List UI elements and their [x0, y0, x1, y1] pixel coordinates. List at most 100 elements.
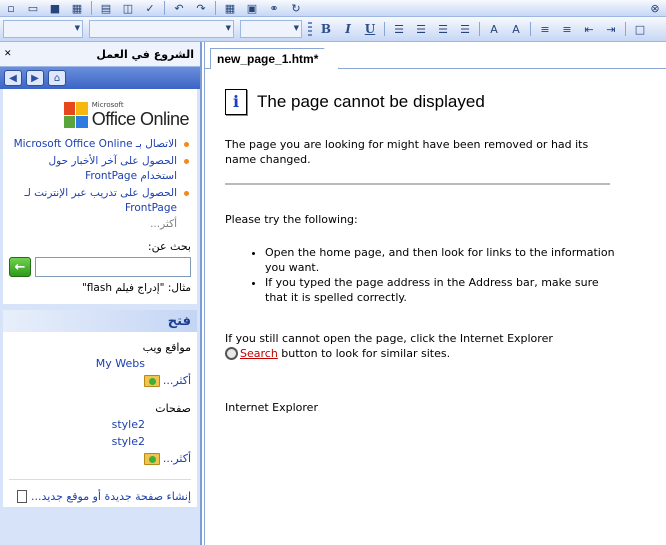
step-item: If you typed the page address in the Add…	[265, 275, 620, 305]
formatting-toolbar: B I U ☰ ☰ ☰ ☰ A A ≡ ≡ ⇤ ⇥ □	[0, 17, 666, 42]
open-folder-icon	[143, 452, 160, 465]
task-pane: الشروع في العمل ✕ ◀ ▶ ⌂ Microsoft Office…	[0, 42, 202, 545]
justify-icon[interactable]: ☰	[456, 22, 474, 37]
forward-icon[interactable]: ▶	[26, 70, 44, 86]
ie-message-text: If you still cannot open the page, click…	[225, 332, 553, 345]
error-title: The page cannot be displayed	[257, 92, 485, 111]
page-content: i The page cannot be displayed The page …	[205, 69, 615, 415]
divider	[225, 183, 610, 185]
align-left-icon[interactable]: ☰	[390, 22, 408, 37]
office-online-logo: Microsoft Office Online	[9, 93, 191, 137]
align-center-icon[interactable]: ☰	[412, 22, 430, 37]
search-link[interactable]: Search	[240, 347, 278, 360]
open-folder-icon	[143, 374, 160, 387]
online-links-list: الاتصال بـ Microsoft Office Online الحصو…	[9, 137, 191, 216]
refresh-icon[interactable]: ↻	[287, 1, 305, 16]
link-connect-office-online[interactable]: الاتصال بـ Microsoft Office Online	[9, 137, 191, 152]
online-more-link[interactable]: أكثر...	[9, 218, 191, 230]
border-icon[interactable]: □	[631, 22, 649, 37]
ie-message: If you still cannot open the page, click…	[225, 331, 605, 361]
open-icon[interactable]: ▭	[24, 1, 42, 16]
decrease-font-icon[interactable]: A	[507, 22, 525, 37]
task-pane-header: الشروع في العمل ✕	[0, 42, 200, 67]
close-icon[interactable]: ⊗	[646, 1, 664, 16]
website-my-webs[interactable]: My Webs	[9, 355, 191, 372]
save-icon[interactable]: ■	[46, 1, 64, 16]
bullets-icon[interactable]: ≡	[558, 22, 576, 37]
error-header: i The page cannot be displayed	[225, 89, 605, 115]
numbering-icon[interactable]: ≡	[536, 22, 554, 37]
toolbar-separator	[479, 22, 480, 36]
home-icon[interactable]: ⌂	[48, 70, 66, 86]
search-icon	[225, 347, 238, 360]
increase-font-icon[interactable]: A	[485, 22, 503, 37]
task-pane-close-icon[interactable]: ✕	[4, 49, 12, 59]
new-page-label: إنشاء صفحة جديدة أو موقع جديد...	[31, 490, 191, 503]
style-dropdown[interactable]	[3, 20, 83, 38]
new-document-icon	[17, 490, 28, 503]
font-dropdown[interactable]	[89, 20, 234, 38]
toolbar-separator	[530, 22, 531, 36]
preview-icon[interactable]: ◫	[119, 1, 137, 16]
toolbar-grip	[308, 22, 312, 36]
hyperlink-icon[interactable]: ⚭	[265, 1, 283, 16]
toolbar-separator	[164, 1, 165, 15]
align-right-icon[interactable]: ☰	[434, 22, 452, 37]
search-label: بحث عن:	[147, 240, 191, 253]
logo-name: Office Online	[91, 109, 190, 129]
bold-button[interactable]: B	[317, 22, 335, 37]
task-pane-title[interactable]: الشروع في العمل	[96, 48, 194, 61]
page-style2[interactable]: style2	[9, 433, 191, 450]
font-size-dropdown[interactable]	[240, 20, 302, 38]
print-icon[interactable]: ▤	[97, 1, 115, 16]
picture-icon[interactable]: ▣	[243, 1, 261, 16]
standard-toolbar: ▫ ▭ ■ ▦ ▤ ◫ ✓ ↶ ↷ ▦ ▣ ⚭ ↻ ⊗	[0, 0, 666, 17]
task-pane-footer	[3, 515, 197, 545]
spelling-icon[interactable]: ✓	[141, 1, 159, 16]
toolbar-separator	[91, 1, 92, 15]
undo-icon[interactable]: ↶	[170, 1, 188, 16]
error-description: The page you are looking for might have …	[225, 138, 589, 166]
signature: Internet Explorer	[225, 401, 318, 414]
try-label: Please try the following:	[225, 213, 358, 226]
link-online-training[interactable]: الحصول على تدريب عبر الإنترنت لـ FrontPa…	[9, 186, 191, 216]
steps-list: Open the home page, and then look for li…	[225, 245, 620, 305]
search-example: مثال: "إدراج فيلم flash"	[81, 282, 191, 294]
italic-button[interactable]: I	[339, 22, 357, 37]
publish-icon[interactable]: ▦	[68, 1, 86, 16]
document-tab-bar: new_page_1.htm*	[205, 42, 666, 69]
table-icon[interactable]: ▦	[221, 1, 239, 16]
task-pane-nav: ◀ ▶ ⌂	[0, 67, 200, 89]
new-icon[interactable]: ▫	[2, 1, 20, 16]
underline-button[interactable]: U	[361, 22, 379, 37]
open-section-header: فتح	[3, 310, 197, 332]
open-section-title: فتح	[167, 313, 191, 329]
new-page-or-site-link[interactable]: إنشاء صفحة جديدة أو موقع جديد...	[9, 479, 191, 503]
websites-more-label: أكثر...	[162, 374, 191, 387]
ie-message-tail: button to look for similar sites.	[277, 347, 451, 360]
logo-maker: Microsoft	[91, 101, 124, 109]
search-go-button[interactable]: ←	[9, 257, 31, 277]
outdent-icon[interactable]: ⇤	[580, 22, 598, 37]
page-style2[interactable]: style2	[9, 416, 191, 433]
document-tab[interactable]: new_page_1.htm*	[210, 48, 340, 69]
pages-more-label: أكثر...	[162, 452, 191, 465]
toolbar-separator	[215, 1, 216, 15]
link-latest-news[interactable]: الحصول على آخر الأخبار حول استخدام Front…	[9, 154, 191, 184]
document-area: new_page_1.htm* i The page cannot be dis…	[204, 42, 666, 545]
toolbar-separator	[625, 22, 626, 36]
step-item: Open the home page, and then look for li…	[265, 245, 620, 275]
pages-label: صفحات	[155, 402, 191, 415]
search-input[interactable]	[35, 257, 191, 277]
office-online-section: Microsoft Office Online الاتصال بـ Micro…	[3, 89, 197, 304]
open-section: مواقع ويب My Webs أكثر... صفحات style2 s…	[3, 332, 197, 507]
indent-icon[interactable]: ⇥	[602, 22, 620, 37]
toolbar-separator	[384, 22, 385, 36]
redo-icon[interactable]: ↷	[192, 1, 210, 16]
websites-more[interactable]: أكثر...	[9, 372, 191, 389]
websites-label: مواقع ويب	[142, 341, 191, 354]
back-icon[interactable]: ◀	[4, 70, 22, 86]
pages-more[interactable]: أكثر...	[9, 450, 191, 467]
office-logo-icon	[63, 102, 88, 128]
info-icon: i	[225, 89, 247, 115]
